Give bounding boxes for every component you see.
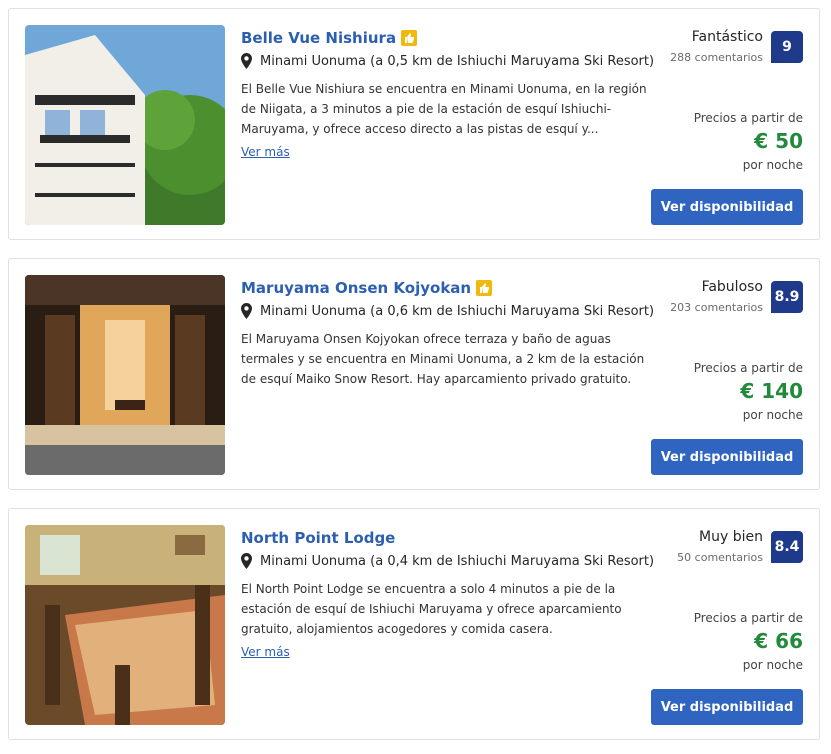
thumbs-up-icon	[476, 280, 493, 296]
review-count: 203 comentarios	[670, 301, 763, 314]
hotel-photo[interactable]	[25, 25, 225, 225]
see-more-link[interactable]: Ver más	[241, 145, 290, 159]
hotel-name[interactable]: North Point Lodge	[241, 529, 395, 547]
location-text: Minami Uonuma (a 0,5 km de Ishiuchi Maru…	[260, 53, 655, 69]
thumbs-up-icon	[401, 30, 418, 46]
hotel-photo[interactable]	[25, 275, 225, 475]
hotel-description: El Maruyama Onsen Kojyokan ofrece terraz…	[241, 332, 645, 386]
check-availability-button[interactable]: Ver disponibilidad	[651, 439, 803, 475]
hotel-description: El Belle Vue Nishiura se encuentra en Mi…	[241, 82, 647, 136]
title-row: Belle Vue Nishiura	[241, 29, 418, 47]
review-count: 288 comentarios	[670, 51, 763, 64]
hotel-photo-image	[25, 25, 225, 225]
rating-word: Fantástico	[691, 29, 763, 45]
rating-word: Muy bien	[699, 529, 763, 545]
price-from-label: Precios a partir de	[693, 361, 803, 375]
per-night-label: por noche	[742, 408, 803, 422]
hotel-photo[interactable]	[25, 525, 225, 725]
listing-card: North Point Lodge Minami Uonuma (a 0,4 k…	[8, 508, 820, 740]
title-row: North Point Lodge	[241, 529, 395, 547]
check-availability-button[interactable]: Ver disponibilidad	[651, 689, 803, 725]
price-from-label: Precios a partir de	[693, 111, 803, 125]
price-from-label: Precios a partir de	[693, 611, 803, 625]
score-badge: 8.9	[771, 281, 803, 313]
per-night-label: por noche	[742, 158, 803, 172]
location-row: Minami Uonuma (a 0,4 km de Ishiuchi Maru…	[241, 553, 654, 569]
listing-card: Maruyama Onsen Kojyokan Minami Uonuma (a…	[8, 258, 820, 490]
map-pin-icon	[241, 553, 252, 569]
price: € 50	[754, 129, 803, 153]
check-availability-button[interactable]: Ver disponibilidad	[651, 189, 803, 225]
location-text: Minami Uonuma (a 0,4 km de Ishiuchi Maru…	[260, 553, 655, 569]
location-text: Minami Uonuma (a 0,6 km de Ishiuchi Maru…	[260, 303, 655, 319]
hotel-photo-image	[25, 525, 225, 725]
see-more-link[interactable]: Ver más	[241, 645, 290, 659]
hotel-name[interactable]: Maruyama Onsen Kojyokan	[241, 279, 471, 297]
price: € 140	[740, 379, 803, 403]
score-badge: 9	[771, 31, 803, 63]
per-night-label: por noche	[742, 658, 803, 672]
hotel-photo-image	[25, 275, 225, 475]
title-row: Maruyama Onsen Kojyokan	[241, 279, 493, 297]
location-row: Minami Uonuma (a 0,5 km de Ishiuchi Maru…	[241, 53, 654, 69]
review-count: 50 comentarios	[677, 551, 763, 564]
hotel-name[interactable]: Belle Vue Nishiura	[241, 29, 396, 47]
listing-card: Belle Vue Nishiura Minami Uonuma (a 0,5 …	[8, 8, 820, 240]
map-pin-icon	[241, 303, 252, 319]
hotel-description: El North Point Lodge se encuentra a solo…	[241, 582, 622, 636]
score-badge: 8.4	[771, 531, 803, 563]
rating-word: Fabuloso	[701, 279, 763, 295]
map-pin-icon	[241, 53, 252, 69]
location-row: Minami Uonuma (a 0,6 km de Ishiuchi Maru…	[241, 303, 654, 319]
price: € 66	[754, 629, 803, 653]
